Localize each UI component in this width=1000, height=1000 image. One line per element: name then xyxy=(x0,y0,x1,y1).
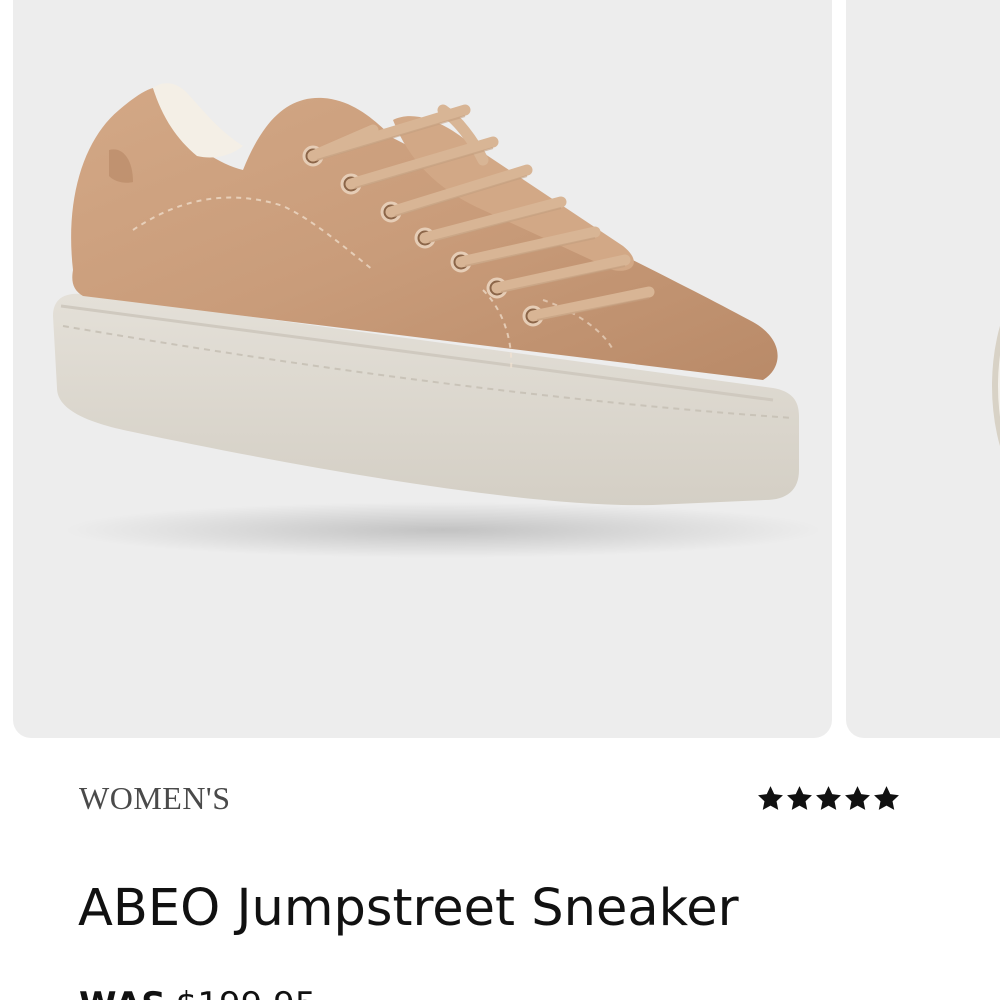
was-price-label: WAS xyxy=(79,985,166,1000)
star-icon xyxy=(816,785,841,810)
product-page: WOMEN'S ABEO Jumpstreet Sneaker WAS $199.… xyxy=(0,0,1000,1000)
product-category: WOMEN'S xyxy=(79,780,231,816)
product-image-card[interactable] xyxy=(13,0,832,738)
product-rating[interactable] xyxy=(756,780,901,816)
product-price: WAS $199.95 xyxy=(79,985,316,1000)
product-image-carousel[interactable] xyxy=(0,0,1000,738)
star-icon xyxy=(874,785,899,810)
was-price-amount: $199.95 xyxy=(176,985,317,1000)
star-icon xyxy=(758,785,783,810)
star-icon xyxy=(787,785,812,810)
sneaker-image xyxy=(53,83,823,558)
product-title[interactable]: ABEO Jumpstreet Sneaker xyxy=(78,874,739,944)
next-product-image xyxy=(992,260,1000,512)
next-product-image-card[interactable] xyxy=(846,0,1000,738)
star-icon xyxy=(845,785,870,810)
